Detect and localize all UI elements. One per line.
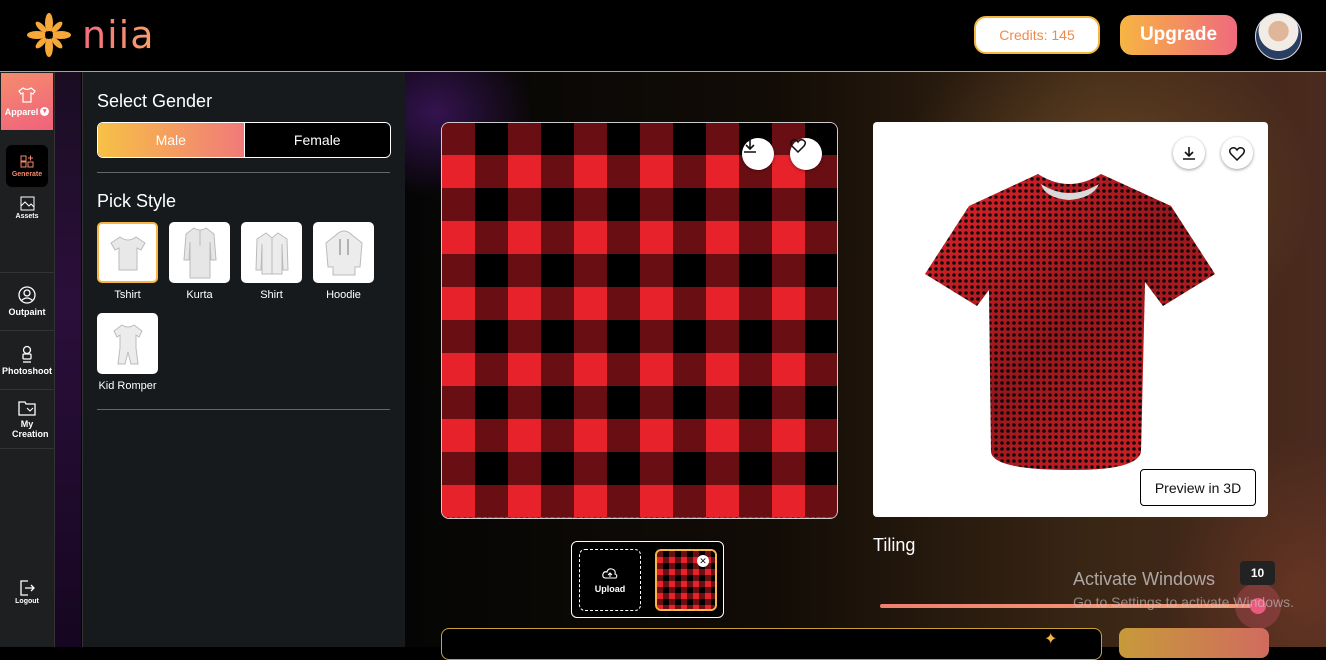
shirt-thumbnail bbox=[241, 222, 302, 283]
style-label-kurta: Kurta bbox=[186, 289, 213, 301]
rail-item-outpaint[interactable]: Outpaint bbox=[0, 272, 54, 331]
style-card-tshirt[interactable]: Tshirt bbox=[97, 222, 158, 301]
credits-badge[interactable]: Credits: 145 bbox=[974, 16, 1100, 54]
hoodie-thumbnail bbox=[313, 222, 374, 283]
download-icon bbox=[744, 140, 756, 153]
os-activation-watermark-title: Activate Windows bbox=[1073, 569, 1216, 589]
patterned-tshirt-mockup bbox=[925, 174, 1215, 470]
generate-button[interactable] bbox=[1119, 628, 1269, 658]
os-activation-watermark-subtitle: Go to Settings to activate Windows. bbox=[1073, 594, 1294, 610]
brand-logo[interactable]: Niia bbox=[26, 12, 155, 58]
favorite-preview-button[interactable] bbox=[1221, 137, 1253, 169]
heart-icon bbox=[1229, 146, 1245, 161]
pattern-thumbnail[interactable]: ✕ bbox=[655, 549, 717, 611]
buffalo-check-pattern bbox=[442, 123, 837, 517]
left-icon-rail: Apparel ▾ Generate Assets Outpaint Photo… bbox=[0, 72, 55, 647]
user-avatar[interactable] bbox=[1255, 13, 1302, 60]
flower-logo-icon bbox=[27, 13, 71, 57]
logout-icon bbox=[20, 579, 35, 596]
style-title: Pick Style bbox=[97, 191, 177, 211]
brand-name: Niia bbox=[82, 13, 155, 57]
folder-icon bbox=[18, 401, 36, 416]
rail-group-generate: Generate Assets bbox=[0, 132, 54, 273]
rail-label-generate: Generate bbox=[11, 170, 43, 178]
style-card-hoodie[interactable]: Hoodie bbox=[313, 222, 374, 301]
photoshoot-icon bbox=[22, 345, 32, 363]
style-card-shirt[interactable]: Shirt bbox=[241, 222, 302, 301]
kurta-thumbnail bbox=[169, 222, 230, 283]
prompt-input-bar[interactable]: ✦ bbox=[441, 628, 1102, 660]
rail-divider-strip bbox=[55, 72, 81, 647]
assets-icon bbox=[20, 196, 34, 211]
download-pattern-button[interactable] bbox=[742, 138, 774, 170]
gender-male-button[interactable]: Male bbox=[98, 123, 244, 157]
rail-label-assets: Assets bbox=[15, 213, 39, 220]
style-label-kid-romper: Kid Romper bbox=[98, 380, 157, 392]
generate-icon bbox=[20, 155, 34, 167]
preview-3d-button[interactable]: Preview in 3D bbox=[1140, 469, 1256, 506]
upgrade-button[interactable]: Upgrade bbox=[1120, 15, 1237, 55]
kid-romper-thumbnail bbox=[97, 313, 158, 374]
rail-item-photoshoot[interactable]: Photoshoot bbox=[0, 331, 54, 390]
chevron-down-icon: ▾ bbox=[40, 107, 50, 116]
top-bar: Niia Credits: 145 Upgrade bbox=[0, 0, 1326, 72]
style-card-kurta[interactable]: Kurta bbox=[169, 222, 230, 301]
remove-pattern-button[interactable]: ✕ bbox=[697, 555, 709, 567]
rail-label-logout: Logout bbox=[15, 597, 39, 605]
pattern-tray: Upload ✕ bbox=[571, 541, 724, 618]
upload-label: Upload bbox=[594, 583, 626, 594]
rail-item-assets[interactable]: Assets bbox=[15, 196, 39, 220]
gender-title: Select Gender bbox=[97, 91, 213, 111]
tiling-value-tooltip: 10 bbox=[1240, 561, 1275, 585]
rail-item-generate[interactable]: Generate bbox=[6, 145, 48, 187]
options-panel: Select Gender Male Female Pick Style Tsh… bbox=[82, 72, 406, 647]
rail-item-apparel[interactable]: Apparel ▾ bbox=[1, 73, 53, 130]
heart-icon bbox=[790, 139, 806, 153]
favorite-pattern-button[interactable] bbox=[790, 138, 822, 170]
close-icon: ✕ bbox=[699, 555, 707, 566]
rail-label-my-creation: My Creation bbox=[12, 419, 49, 439]
garment-preview bbox=[873, 122, 1268, 517]
sparkle-icon: ✦ bbox=[1044, 631, 1058, 648]
style-label-hoodie: Hoodie bbox=[326, 289, 361, 301]
tshirt-thumbnail bbox=[97, 222, 158, 283]
rail-item-my-creation[interactable]: My Creation bbox=[0, 390, 54, 449]
gender-toggle: Male Female bbox=[97, 122, 391, 158]
divider bbox=[97, 409, 390, 410]
divider bbox=[97, 172, 390, 173]
style-label-shirt: Shirt bbox=[260, 289, 283, 301]
gender-female-button[interactable]: Female bbox=[243, 123, 390, 157]
rail-label-outpaint: Outpaint bbox=[8, 306, 46, 317]
style-card-kid-romper[interactable]: Kid Romper bbox=[97, 313, 158, 392]
outpaint-icon bbox=[18, 285, 36, 304]
upload-cloud-icon bbox=[602, 567, 618, 579]
tiling-label: Tiling bbox=[873, 535, 916, 555]
download-icon bbox=[1183, 147, 1195, 160]
pattern-preview bbox=[441, 122, 838, 519]
rail-label-photoshoot: Photoshoot bbox=[2, 365, 52, 376]
download-preview-button[interactable] bbox=[1173, 137, 1205, 169]
rail-label-apparel: Apparel bbox=[4, 106, 39, 117]
shirt-icon bbox=[18, 86, 36, 103]
style-label-tshirt: Tshirt bbox=[114, 289, 141, 301]
rail-item-logout[interactable]: Logout bbox=[0, 572, 54, 612]
upload-button[interactable]: Upload bbox=[579, 549, 641, 611]
